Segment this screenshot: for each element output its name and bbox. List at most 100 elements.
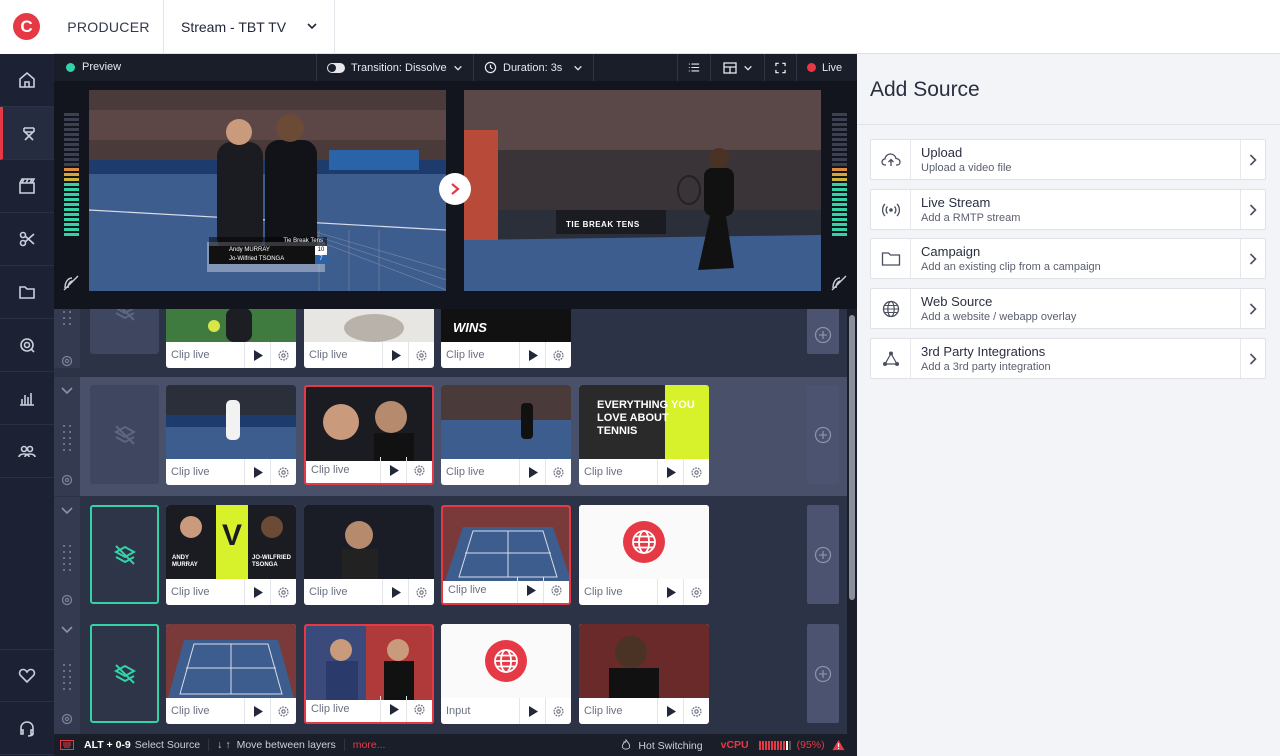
editor-nav[interactable] xyxy=(0,213,54,266)
source-go-button[interactable] xyxy=(1240,339,1265,378)
targeting-nav[interactable] xyxy=(0,319,54,372)
layer-toggle[interactable] xyxy=(90,505,159,604)
gear-icon[interactable] xyxy=(60,354,74,368)
play-button[interactable] xyxy=(382,579,408,605)
source-card[interactable]: WINS Clip live xyxy=(441,309,571,368)
stream-selector[interactable]: Stream - TBT TV xyxy=(164,0,335,54)
source-card[interactable]: EVERYTHING YOU LOVE ABOUT TENNIS Clip li… xyxy=(579,385,709,485)
add-source-button[interactable] xyxy=(807,505,839,604)
source-go-button[interactable] xyxy=(1240,140,1265,179)
layer-toggle[interactable] xyxy=(90,385,159,484)
take-live-button[interactable] xyxy=(439,173,471,205)
drag-handle-icon[interactable] xyxy=(62,309,72,339)
play-button[interactable] xyxy=(244,342,270,368)
gear-icon[interactable] xyxy=(60,593,74,607)
chevron-down-icon[interactable] xyxy=(61,386,73,396)
layer-toggle[interactable] xyxy=(90,624,159,723)
drag-handle-icon[interactable] xyxy=(62,662,72,692)
preview-video[interactable]: Tie Break Tens Andy MURRAY 10 Jo-Wilfried… xyxy=(89,90,446,291)
gear-icon[interactable] xyxy=(60,473,74,487)
clips-nav[interactable] xyxy=(0,160,54,213)
source-card[interactable]: V ANDY MURRAY JO-WILFRIED TSONGA Clip li… xyxy=(166,505,296,605)
card-settings-button[interactable] xyxy=(543,577,569,603)
card-settings-button[interactable] xyxy=(408,342,434,368)
source-option-integrations[interactable]: 3rd Party Integrations Add a 3rd party i… xyxy=(870,338,1266,379)
add-source-button[interactable] xyxy=(807,309,839,354)
card-settings-button[interactable] xyxy=(406,457,432,483)
play-button[interactable] xyxy=(244,459,270,485)
producer-nav[interactable] xyxy=(0,107,54,160)
mute-icon[interactable] xyxy=(62,274,80,292)
add-source-button[interactable] xyxy=(807,385,839,484)
play-button[interactable] xyxy=(382,342,408,368)
mute-icon[interactable] xyxy=(830,274,848,292)
fullscreen-button[interactable] xyxy=(764,54,796,81)
play-button[interactable] xyxy=(380,696,406,722)
play-button[interactable] xyxy=(244,698,270,724)
source-option-campaign[interactable]: Campaign Add an existing clip from a cam… xyxy=(870,238,1266,279)
add-source-button[interactable] xyxy=(807,624,839,723)
source-go-button[interactable] xyxy=(1240,239,1265,278)
play-button[interactable] xyxy=(657,579,683,605)
source-card[interactable]: Clip live xyxy=(304,624,434,724)
scrollbar-thumb[interactable] xyxy=(849,315,855,600)
transition-selector[interactable]: Transition: Dissolve xyxy=(316,54,473,81)
source-card[interactable]: Clip live xyxy=(441,505,571,605)
card-settings-button[interactable] xyxy=(683,459,709,485)
play-button[interactable] xyxy=(519,459,545,485)
play-button[interactable] xyxy=(519,698,545,724)
card-settings-button[interactable] xyxy=(545,342,571,368)
play-button[interactable] xyxy=(519,342,545,368)
analytics-nav[interactable] xyxy=(0,372,54,425)
source-card[interactable]: Clip live xyxy=(166,385,296,485)
card-settings-button[interactable] xyxy=(408,579,434,605)
brand-logo[interactable]: C xyxy=(13,13,40,40)
grid-scrollbar[interactable] xyxy=(847,309,857,734)
chevron-down-icon[interactable] xyxy=(61,506,73,516)
chevron-down-icon[interactable] xyxy=(61,625,73,635)
source-card[interactable]: Clip live xyxy=(166,309,296,368)
source-card[interactable]: Clip live xyxy=(304,505,434,605)
card-settings-button[interactable] xyxy=(406,696,432,722)
source-card[interactable]: Clip live xyxy=(304,385,434,485)
card-settings-button[interactable] xyxy=(270,342,296,368)
users-nav[interactable] xyxy=(0,425,54,478)
source-go-button[interactable] xyxy=(1240,190,1265,229)
source-card[interactable]: Clip live xyxy=(166,624,296,724)
drag-handle-icon[interactable] xyxy=(62,423,72,453)
source-option-upload[interactable]: Upload Upload a video file xyxy=(870,139,1266,180)
layout-selector[interactable] xyxy=(710,54,764,81)
transition-toggle[interactable] xyxy=(327,62,345,73)
play-button[interactable] xyxy=(657,698,683,724)
support-nav[interactable] xyxy=(0,702,54,755)
layer-toggle[interactable] xyxy=(90,309,159,354)
card-settings-button[interactable] xyxy=(545,459,571,485)
source-card[interactable]: Clip live xyxy=(441,385,571,485)
card-settings-button[interactable] xyxy=(270,459,296,485)
favorites-nav[interactable] xyxy=(0,649,54,702)
more-shortcuts-link[interactable]: more... xyxy=(343,739,385,751)
play-button[interactable] xyxy=(380,457,406,483)
card-settings-button[interactable] xyxy=(683,698,709,724)
source-card[interactable]: Clip live xyxy=(579,624,709,724)
drag-handle-icon[interactable] xyxy=(62,543,72,573)
source-card[interactable]: Clip live xyxy=(304,309,434,368)
play-button[interactable] xyxy=(657,459,683,485)
duration-selector[interactable]: Duration: 3s xyxy=(473,54,594,81)
card-settings-button[interactable] xyxy=(270,579,296,605)
source-go-button[interactable] xyxy=(1240,289,1265,328)
card-settings-button[interactable] xyxy=(683,579,709,605)
home-nav[interactable] xyxy=(0,54,54,107)
card-settings-button[interactable] xyxy=(270,698,296,724)
source-card[interactable]: Input xyxy=(441,624,571,724)
list-view-button[interactable] xyxy=(677,54,710,81)
source-option-live-stream[interactable]: Live Stream Add a RMTP stream xyxy=(870,189,1266,230)
play-button[interactable] xyxy=(517,577,543,603)
live-video[interactable]: TIE BREAK TENS xyxy=(464,90,821,291)
play-button[interactable] xyxy=(244,579,270,605)
gear-icon[interactable] xyxy=(60,712,74,726)
source-option-web-source[interactable]: Web Source Add a website / webapp overla… xyxy=(870,288,1266,329)
card-settings-button[interactable] xyxy=(545,698,571,724)
campaigns-nav[interactable] xyxy=(0,266,54,319)
source-card[interactable]: Clip live xyxy=(579,505,709,605)
